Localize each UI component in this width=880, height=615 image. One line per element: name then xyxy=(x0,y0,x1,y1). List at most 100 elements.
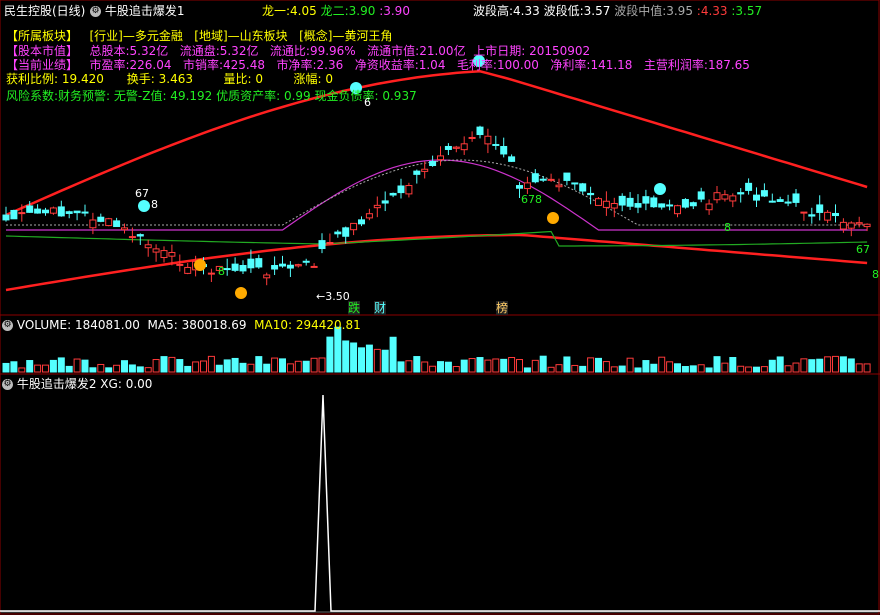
marker-678: 678 xyxy=(521,193,542,206)
volume-bar xyxy=(484,359,492,373)
indicator-settings[interactable]: ⚙ 牛股追击爆发1 xyxy=(90,4,184,18)
volume-bar xyxy=(808,359,816,373)
volume-bar xyxy=(832,355,839,373)
volume-bar xyxy=(405,360,413,373)
volume-bar xyxy=(65,365,73,373)
volume-bar xyxy=(681,366,689,373)
candle-body xyxy=(34,208,42,214)
candle-body xyxy=(286,264,294,269)
candle-body xyxy=(294,264,302,267)
candle-body xyxy=(571,182,579,185)
badge-die[interactable]: 跌 xyxy=(348,301,361,315)
candle-body xyxy=(539,178,547,181)
volume-bar xyxy=(57,357,65,373)
candle-body xyxy=(405,185,413,195)
candle-body xyxy=(737,192,745,195)
candle-body xyxy=(595,198,602,206)
candle-body xyxy=(839,221,847,230)
info-row-risk: 风险系数:财务预警: 无警-Z值: 49.192 优质资产率: 0.99 现金负… xyxy=(6,89,417,103)
candle-body xyxy=(516,185,523,189)
info-row-sector: 【所属板块】 [行业]—多元金融 [地域]—山东板块 [概念]—黄河王角 xyxy=(6,29,393,43)
marker-8a: 8 xyxy=(151,198,158,211)
volume-bar xyxy=(271,357,279,373)
volume-bar xyxy=(255,356,263,373)
candle-body xyxy=(792,193,800,203)
volume-bar xyxy=(326,336,334,373)
candle-body xyxy=(776,199,784,202)
candle-body xyxy=(587,192,595,196)
volume-bar xyxy=(839,356,847,373)
volume-bar xyxy=(737,365,745,373)
candle-body xyxy=(500,146,508,155)
volume-bar xyxy=(776,356,784,373)
candle-body xyxy=(855,222,863,225)
volume-bar xyxy=(508,357,516,373)
volume-bar xyxy=(152,359,160,373)
candle-body xyxy=(26,205,34,213)
candle-body xyxy=(176,263,184,266)
candle-body xyxy=(358,219,365,225)
volume-bar xyxy=(381,349,389,373)
volume-header: ⚙ VOLUME: 184081.00 MA5: 380018.69 MA10:… xyxy=(2,318,361,332)
signal-icon xyxy=(138,200,150,212)
volume-bar xyxy=(373,348,381,373)
volume-bar xyxy=(547,366,555,373)
volume-bar xyxy=(666,361,674,373)
volume-bar xyxy=(26,360,34,373)
candle-body xyxy=(65,211,73,214)
volume-bar xyxy=(705,367,713,373)
candle-body xyxy=(247,258,255,269)
candle-body xyxy=(800,211,808,214)
volume-bar xyxy=(429,365,437,373)
volume-bar xyxy=(342,340,350,373)
candle-body xyxy=(468,136,476,139)
volume-bar xyxy=(421,361,429,373)
volume-bar xyxy=(602,361,610,373)
volume-bar xyxy=(468,358,476,373)
volume-bar xyxy=(97,363,105,373)
candle-body xyxy=(579,183,587,192)
volume-bar xyxy=(176,359,184,373)
candle-body xyxy=(342,227,350,237)
candle-body xyxy=(49,207,57,214)
volume-bar xyxy=(847,358,855,373)
badge-cai[interactable]: 财 xyxy=(374,301,387,315)
volume-bar xyxy=(231,357,239,373)
candle-body xyxy=(760,190,768,197)
xg-header: ⚙ 牛股追击爆发2 XG: 0.00 xyxy=(2,377,153,391)
marker-8d: 8 xyxy=(872,268,879,281)
marker-8b: 8 xyxy=(218,265,225,278)
candle-body xyxy=(618,195,626,206)
candle-body xyxy=(152,248,160,253)
candle-body xyxy=(121,227,128,231)
candle-body xyxy=(650,197,658,208)
volume-bar xyxy=(539,355,547,373)
signal-icon xyxy=(654,183,666,195)
volume-bar xyxy=(334,326,342,373)
volume-bar xyxy=(824,356,832,373)
volume-bar xyxy=(184,365,192,373)
candle-body xyxy=(160,250,168,259)
candle-body xyxy=(437,155,444,161)
volume-bar xyxy=(207,355,215,373)
signal-icon xyxy=(547,212,559,224)
volume-bar xyxy=(358,347,365,373)
candle-body xyxy=(626,197,634,207)
stock-title: 民生控股(日线) xyxy=(4,4,86,18)
volume-bar xyxy=(650,363,658,373)
gear-icon[interactable]: ⚙ xyxy=(2,320,13,331)
badge-bang[interactable]: 榜 xyxy=(496,301,509,315)
candle-body xyxy=(373,204,381,209)
volume-bar xyxy=(318,357,326,373)
volume-bar xyxy=(563,356,571,373)
candle-body xyxy=(263,274,271,279)
volume-bar xyxy=(73,358,81,373)
volume-bar xyxy=(160,356,168,373)
candle-body xyxy=(523,182,531,190)
volume-bar xyxy=(223,359,231,373)
candle-body xyxy=(57,206,65,217)
volume-bar xyxy=(460,359,468,373)
gear-icon[interactable]: ⚙ xyxy=(2,379,13,390)
gear-icon[interactable]: ⚙ xyxy=(90,6,101,17)
volume-bar xyxy=(413,356,421,373)
